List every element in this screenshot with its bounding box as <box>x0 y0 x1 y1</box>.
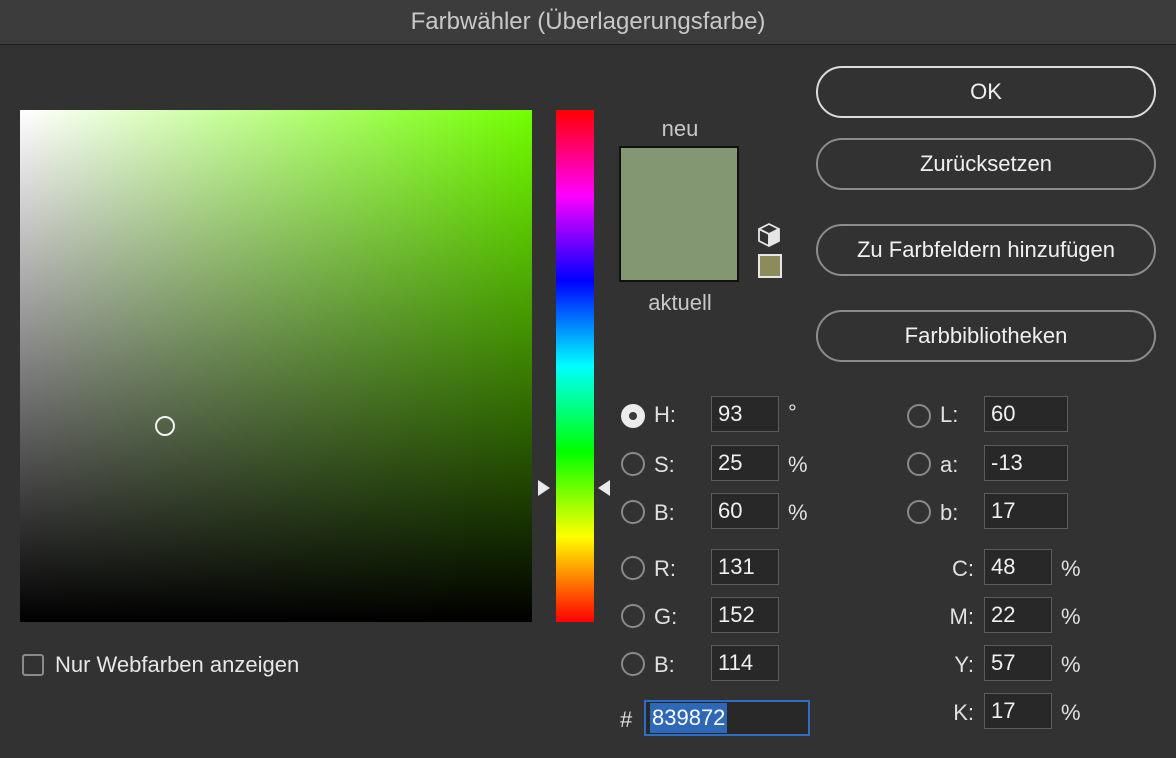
lab-b-field[interactable]: 17 <box>984 493 1068 529</box>
cyan-label: C: <box>952 556 974 581</box>
hex-field[interactable]: 839872 <box>644 700 810 736</box>
red-field[interactable]: 131 <box>711 549 779 585</box>
radio-lightness[interactable] <box>907 404 931 428</box>
hue-field[interactable]: 93 <box>711 396 779 432</box>
brightness-label: B: <box>654 500 675 525</box>
hue-slider[interactable] <box>556 110 594 622</box>
saturation-label: S: <box>654 452 675 477</box>
lab-a-field[interactable]: -13 <box>984 445 1068 481</box>
yellow-label: Y: <box>954 652 974 677</box>
key-label: K: <box>953 700 974 725</box>
lightness-field[interactable]: 60 <box>984 396 1068 432</box>
cyan-unit: % <box>1061 556 1081 581</box>
blue-label: B: <box>654 652 675 677</box>
radio-red[interactable] <box>621 556 645 580</box>
lab-b-label: b: <box>940 500 959 525</box>
radio-lab-b[interactable] <box>907 500 931 524</box>
reset-button[interactable]: Zurücksetzen <box>816 138 1156 190</box>
new-color-swatch <box>619 146 739 282</box>
current-color-label: aktuell <box>648 290 712 315</box>
blue-field[interactable]: 114 <box>711 645 779 681</box>
lab-a-label: a: <box>940 452 959 477</box>
magenta-unit: % <box>1061 604 1081 629</box>
red-label: R: <box>654 556 676 581</box>
hue-slider-handle-left[interactable] <box>538 480 550 496</box>
window-title: Farbwähler (Überlagerungsfarbe) <box>410 8 766 35</box>
brightness-field[interactable]: 60 <box>711 493 779 529</box>
green-label: G: <box>654 604 678 629</box>
ok-button[interactable]: OK <box>816 66 1156 118</box>
radio-green[interactable] <box>621 604 645 628</box>
web-colors-checkbox[interactable] <box>22 654 44 676</box>
hue-unit: ° <box>788 400 797 425</box>
radio-blue[interactable] <box>621 652 645 676</box>
hex-value: 839872 <box>650 703 728 733</box>
key-field[interactable]: 17 <box>984 693 1052 729</box>
hex-label: # <box>620 707 633 732</box>
magenta-field[interactable]: 22 <box>984 597 1052 633</box>
web-colors-label[interactable]: Nur Webfarben anzeigen <box>55 652 299 678</box>
radio-saturation[interactable] <box>621 452 645 476</box>
cyan-field[interactable]: 48 <box>984 549 1052 585</box>
gamut-color-swatch[interactable] <box>758 254 782 278</box>
yellow-field[interactable]: 57 <box>984 645 1052 681</box>
hue-slider-handle-right[interactable] <box>598 480 610 496</box>
color-picker-cursor[interactable] <box>155 416 175 436</box>
magenta-label: M: <box>949 604 974 629</box>
saturation-brightness-field[interactable] <box>20 110 532 622</box>
saturation-field[interactable]: 25 <box>711 445 779 481</box>
new-color-label: neu <box>661 116 699 141</box>
yellow-unit: % <box>1061 652 1081 677</box>
cube-icon[interactable] <box>757 222 781 248</box>
radio-lab-a[interactable] <box>907 452 931 476</box>
lightness-label: L: <box>940 402 959 427</box>
add-to-swatches-button[interactable]: Zu Farbfeldern hinzufügen <box>816 224 1156 276</box>
hue-label: H: <box>654 402 676 427</box>
green-field[interactable]: 152 <box>711 597 779 633</box>
radio-hue[interactable] <box>621 404 645 428</box>
brightness-unit: % <box>788 500 808 525</box>
key-unit: % <box>1061 700 1081 725</box>
window-title-bar: Farbwähler (Überlagerungsfarbe) <box>0 0 1176 45</box>
color-libraries-button[interactable]: Farbbibliotheken <box>816 310 1156 362</box>
saturation-unit: % <box>788 452 808 477</box>
radio-brightness[interactable] <box>621 500 645 524</box>
